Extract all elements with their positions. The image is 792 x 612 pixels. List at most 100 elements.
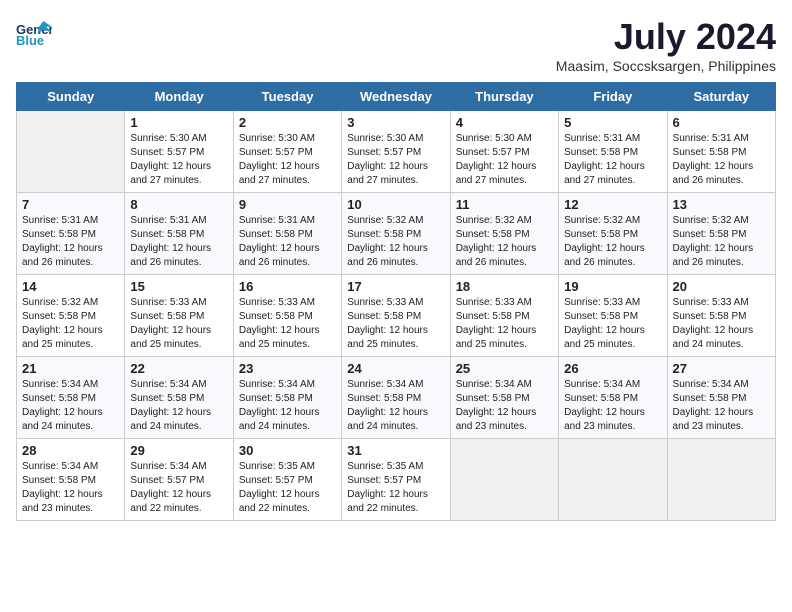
day-cell: 4 Sunrise: 5:30 AMSunset: 5:57 PMDaylight… xyxy=(450,111,558,193)
header-cell-thursday: Thursday xyxy=(450,83,558,111)
day-number: 1 xyxy=(130,115,227,130)
day-detail: Sunrise: 5:34 AMSunset: 5:58 PMDaylight:… xyxy=(239,378,336,434)
header-cell-wednesday: Wednesday xyxy=(342,83,450,111)
day-detail: Sunrise: 5:34 AMSunset: 5:58 PMDaylight:… xyxy=(130,378,227,434)
day-number: 4 xyxy=(456,115,553,130)
logo: General Blue xyxy=(16,16,52,52)
day-detail: Sunrise: 5:34 AMSunset: 5:58 PMDaylight:… xyxy=(22,378,119,434)
day-cell: 5Sunrise: 5:31 AMSunset: 5:58 PMDaylight… xyxy=(559,111,667,193)
day-detail: Sunrise: 5:34 AMSunset: 5:57 PMDaylight:… xyxy=(130,460,227,516)
day-cell: 9 Sunrise: 5:31 AMSunset: 5:58 PMDaylight… xyxy=(233,193,341,275)
day-number: 22 xyxy=(130,361,227,376)
day-detail: Sunrise: 5:33 AMSunset: 5:58 PMDaylight:… xyxy=(564,296,661,352)
day-cell: 6 Sunrise: 5:31 AMSunset: 5:58 PMDaylight… xyxy=(667,111,775,193)
header-cell-saturday: Saturday xyxy=(667,83,775,111)
svg-text:Blue: Blue xyxy=(16,33,44,48)
day-cell: 14Sunrise: 5:32 AMSunset: 5:58 PMDayligh… xyxy=(17,275,125,357)
day-detail: Sunrise: 5:35 AMSunset: 5:57 PMDaylight:… xyxy=(347,460,444,516)
day-cell: 8 Sunrise: 5:31 AMSunset: 5:58 PMDaylight… xyxy=(125,193,233,275)
day-detail: Sunrise: 5:34 AMSunset: 5:58 PMDaylight:… xyxy=(347,378,444,434)
header-cell-friday: Friday xyxy=(559,83,667,111)
logo-icon: General Blue xyxy=(16,16,52,52)
day-detail: Sunrise: 5:33 AMSunset: 5:58 PMDaylight:… xyxy=(673,296,770,352)
week-row-4: 21 Sunrise: 5:34 AMSunset: 5:58 PMDayligh… xyxy=(17,357,776,439)
day-cell: 26 Sunrise: 5:34 AMSunset: 5:58 PMDayligh… xyxy=(559,357,667,439)
day-detail: Sunrise: 5:31 AMSunset: 5:58 PMDaylight:… xyxy=(239,214,336,270)
day-detail: Sunrise: 5:33 AMSunset: 5:58 PMDaylight:… xyxy=(347,296,444,352)
day-number: 31 xyxy=(347,443,444,458)
day-detail: Sunrise: 5:33 AMSunset: 5:58 PMDaylight:… xyxy=(456,296,553,352)
day-cell: 10Sunrise: 5:32 AMSunset: 5:58 PMDayligh… xyxy=(342,193,450,275)
day-number: 29 xyxy=(130,443,227,458)
day-cell: 15 Sunrise: 5:33 AMSunset: 5:58 PMDayligh… xyxy=(125,275,233,357)
day-number: 19 xyxy=(564,279,661,294)
day-cell: 31 Sunrise: 5:35 AMSunset: 5:57 PMDayligh… xyxy=(342,439,450,521)
day-detail: Sunrise: 5:35 AMSunset: 5:57 PMDaylight:… xyxy=(239,460,336,516)
day-number: 20 xyxy=(673,279,770,294)
day-number: 24 xyxy=(347,361,444,376)
day-number: 12 xyxy=(564,197,661,212)
day-number: 10 xyxy=(347,197,444,212)
day-detail: Sunrise: 5:34 AMSunset: 5:58 PMDaylight:… xyxy=(22,460,119,516)
day-number: 3 xyxy=(347,115,444,130)
day-cell: 18 Sunrise: 5:33 AMSunset: 5:58 PMDayligh… xyxy=(450,275,558,357)
day-number: 6 xyxy=(673,115,770,130)
day-cell: 2 Sunrise: 5:30 AMSunset: 5:57 PMDaylight… xyxy=(233,111,341,193)
day-detail: Sunrise: 5:31 AMSunset: 5:58 PMDaylight:… xyxy=(673,132,770,188)
day-number: 23 xyxy=(239,361,336,376)
header-row: SundayMondayTuesdayWednesdayThursdayFrid… xyxy=(17,83,776,111)
day-cell: 13 Sunrise: 5:32 AMSunset: 5:58 PMDayligh… xyxy=(667,193,775,275)
calendar-body: 1 Sunrise: 5:30 AMSunset: 5:57 PMDaylight… xyxy=(17,111,776,521)
day-detail: Sunrise: 5:32 AMSunset: 5:58 PMDaylight:… xyxy=(22,296,119,352)
page-header: General Blue July 2024 Maasim, Soccsksar… xyxy=(16,16,776,74)
day-cell xyxy=(559,439,667,521)
day-detail: Sunrise: 5:33 AMSunset: 5:58 PMDaylight:… xyxy=(130,296,227,352)
day-cell: 24 Sunrise: 5:34 AMSunset: 5:58 PMDayligh… xyxy=(342,357,450,439)
day-number: 5 xyxy=(564,115,661,130)
day-cell xyxy=(17,111,125,193)
day-number: 2 xyxy=(239,115,336,130)
day-cell: 11Sunrise: 5:32 AMSunset: 5:58 PMDayligh… xyxy=(450,193,558,275)
header-cell-sunday: Sunday xyxy=(17,83,125,111)
title-block: July 2024 Maasim, Soccsksargen, Philippi… xyxy=(556,16,776,74)
day-cell: 3 Sunrise: 5:30 AMSunset: 5:57 PMDaylight… xyxy=(342,111,450,193)
calendar-table: SundayMondayTuesdayWednesdayThursdayFrid… xyxy=(16,82,776,521)
day-number: 28 xyxy=(22,443,119,458)
day-cell: 1Sunrise: 5:30 AMSunset: 5:57 PMDaylight… xyxy=(125,111,233,193)
day-detail: Sunrise: 5:33 AMSunset: 5:58 PMDaylight:… xyxy=(239,296,336,352)
day-number: 18 xyxy=(456,279,553,294)
day-detail: Sunrise: 5:34 AMSunset: 5:58 PMDaylight:… xyxy=(456,378,553,434)
day-cell: 7Sunrise: 5:31 AMSunset: 5:58 PMDaylight… xyxy=(17,193,125,275)
day-cell xyxy=(667,439,775,521)
day-detail: Sunrise: 5:30 AMSunset: 5:57 PMDaylight:… xyxy=(456,132,553,188)
day-number: 26 xyxy=(564,361,661,376)
month-year: July 2024 xyxy=(556,16,776,58)
day-number: 9 xyxy=(239,197,336,212)
calendar-header: SundayMondayTuesdayWednesdayThursdayFrid… xyxy=(17,83,776,111)
week-row-3: 14Sunrise: 5:32 AMSunset: 5:58 PMDayligh… xyxy=(17,275,776,357)
day-detail: Sunrise: 5:30 AMSunset: 5:57 PMDaylight:… xyxy=(239,132,336,188)
day-number: 27 xyxy=(673,361,770,376)
day-number: 8 xyxy=(130,197,227,212)
day-cell: 25 Sunrise: 5:34 AMSunset: 5:58 PMDayligh… xyxy=(450,357,558,439)
day-cell: 28 Sunrise: 5:34 AMSunset: 5:58 PMDayligh… xyxy=(17,439,125,521)
day-number: 15 xyxy=(130,279,227,294)
week-row-5: 28 Sunrise: 5:34 AMSunset: 5:58 PMDayligh… xyxy=(17,439,776,521)
day-cell: 30 Sunrise: 5:35 AMSunset: 5:57 PMDayligh… xyxy=(233,439,341,521)
day-detail: Sunrise: 5:30 AMSunset: 5:57 PMDaylight:… xyxy=(347,132,444,188)
day-detail: Sunrise: 5:34 AMSunset: 5:58 PMDaylight:… xyxy=(564,378,661,434)
header-cell-tuesday: Tuesday xyxy=(233,83,341,111)
day-number: 30 xyxy=(239,443,336,458)
day-number: 25 xyxy=(456,361,553,376)
day-cell: 22 Sunrise: 5:34 AMSunset: 5:58 PMDayligh… xyxy=(125,357,233,439)
day-detail: Sunrise: 5:32 AMSunset: 5:58 PMDaylight:… xyxy=(456,214,553,270)
day-number: 21 xyxy=(22,361,119,376)
header-cell-monday: Monday xyxy=(125,83,233,111)
day-number: 13 xyxy=(673,197,770,212)
day-number: 17 xyxy=(347,279,444,294)
day-detail: Sunrise: 5:32 AMSunset: 5:58 PMDaylight:… xyxy=(673,214,770,270)
location: Maasim, Soccsksargen, Philippines xyxy=(556,58,776,74)
day-detail: Sunrise: 5:31 AMSunset: 5:58 PMDaylight:… xyxy=(22,214,119,270)
day-detail: Sunrise: 5:31 AMSunset: 5:58 PMDaylight:… xyxy=(130,214,227,270)
day-cell: 21 Sunrise: 5:34 AMSunset: 5:58 PMDayligh… xyxy=(17,357,125,439)
